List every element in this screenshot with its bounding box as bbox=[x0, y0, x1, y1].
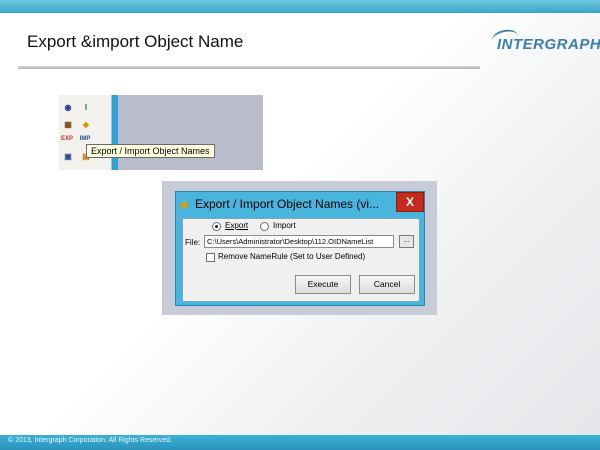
export-radio-label[interactable]: Export bbox=[225, 221, 248, 230]
export-radio[interactable] bbox=[212, 222, 221, 231]
dialog-body: Export Import File: ... Remove NameRule … bbox=[182, 218, 420, 302]
top-accent-bar bbox=[0, 0, 600, 13]
import-radio-label[interactable]: Import bbox=[273, 221, 296, 230]
title-divider bbox=[18, 66, 480, 69]
tooltip: Export / Import Object Names bbox=[86, 144, 215, 158]
cancel-button[interactable]: Cancel bbox=[359, 275, 415, 294]
file-path-input[interactable] bbox=[204, 235, 394, 248]
copyright-text: © 2013, Intergraph Corporation. All Righ… bbox=[8, 437, 172, 444]
toolbar-strip: ◉ I ▦ ◆ EXP IMP ▣ ▤ bbox=[59, 95, 111, 170]
brand-logo: INTERGRAPH bbox=[497, 36, 600, 53]
exp-icon[interactable]: EXP bbox=[60, 133, 74, 146]
dialog-titlebar[interactable]: ◆ Export / Import Object Names (vi... X bbox=[176, 192, 424, 216]
remove-namerule-checkbox[interactable] bbox=[206, 253, 215, 262]
execute-button[interactable]: Execute bbox=[295, 275, 351, 294]
remove-namerule-label[interactable]: Remove NameRule (Set to User Defined) bbox=[218, 252, 365, 261]
tag-icon: ◆ bbox=[180, 199, 189, 211]
eye-icon[interactable]: ◉ bbox=[61, 101, 75, 114]
toolbar-screenshot: ◉ I ▦ ◆ EXP IMP ▣ ▤ Export / Import Obje… bbox=[59, 95, 263, 170]
fill-icon[interactable]: ▦ bbox=[61, 118, 75, 131]
export-import-dialog: ◆ Export / Import Object Names (vi... X … bbox=[175, 191, 425, 306]
import-radio[interactable] bbox=[260, 222, 269, 231]
view-icon[interactable]: ▣ bbox=[61, 150, 75, 163]
slide-title: Export &import Object Name bbox=[27, 32, 244, 51]
dialog-screenshot: ◆ Export / Import Object Names (vi... X … bbox=[162, 181, 437, 315]
text-i-icon[interactable]: I bbox=[79, 101, 93, 114]
tag-icon[interactable]: ◆ bbox=[79, 118, 93, 131]
close-button[interactable]: X bbox=[396, 192, 424, 212]
file-label: File: bbox=[185, 238, 201, 247]
dialog-title: Export / Import Object Names (vi... bbox=[195, 197, 380, 211]
browse-button[interactable]: ... bbox=[399, 235, 414, 248]
toolbar-edge bbox=[112, 95, 118, 170]
